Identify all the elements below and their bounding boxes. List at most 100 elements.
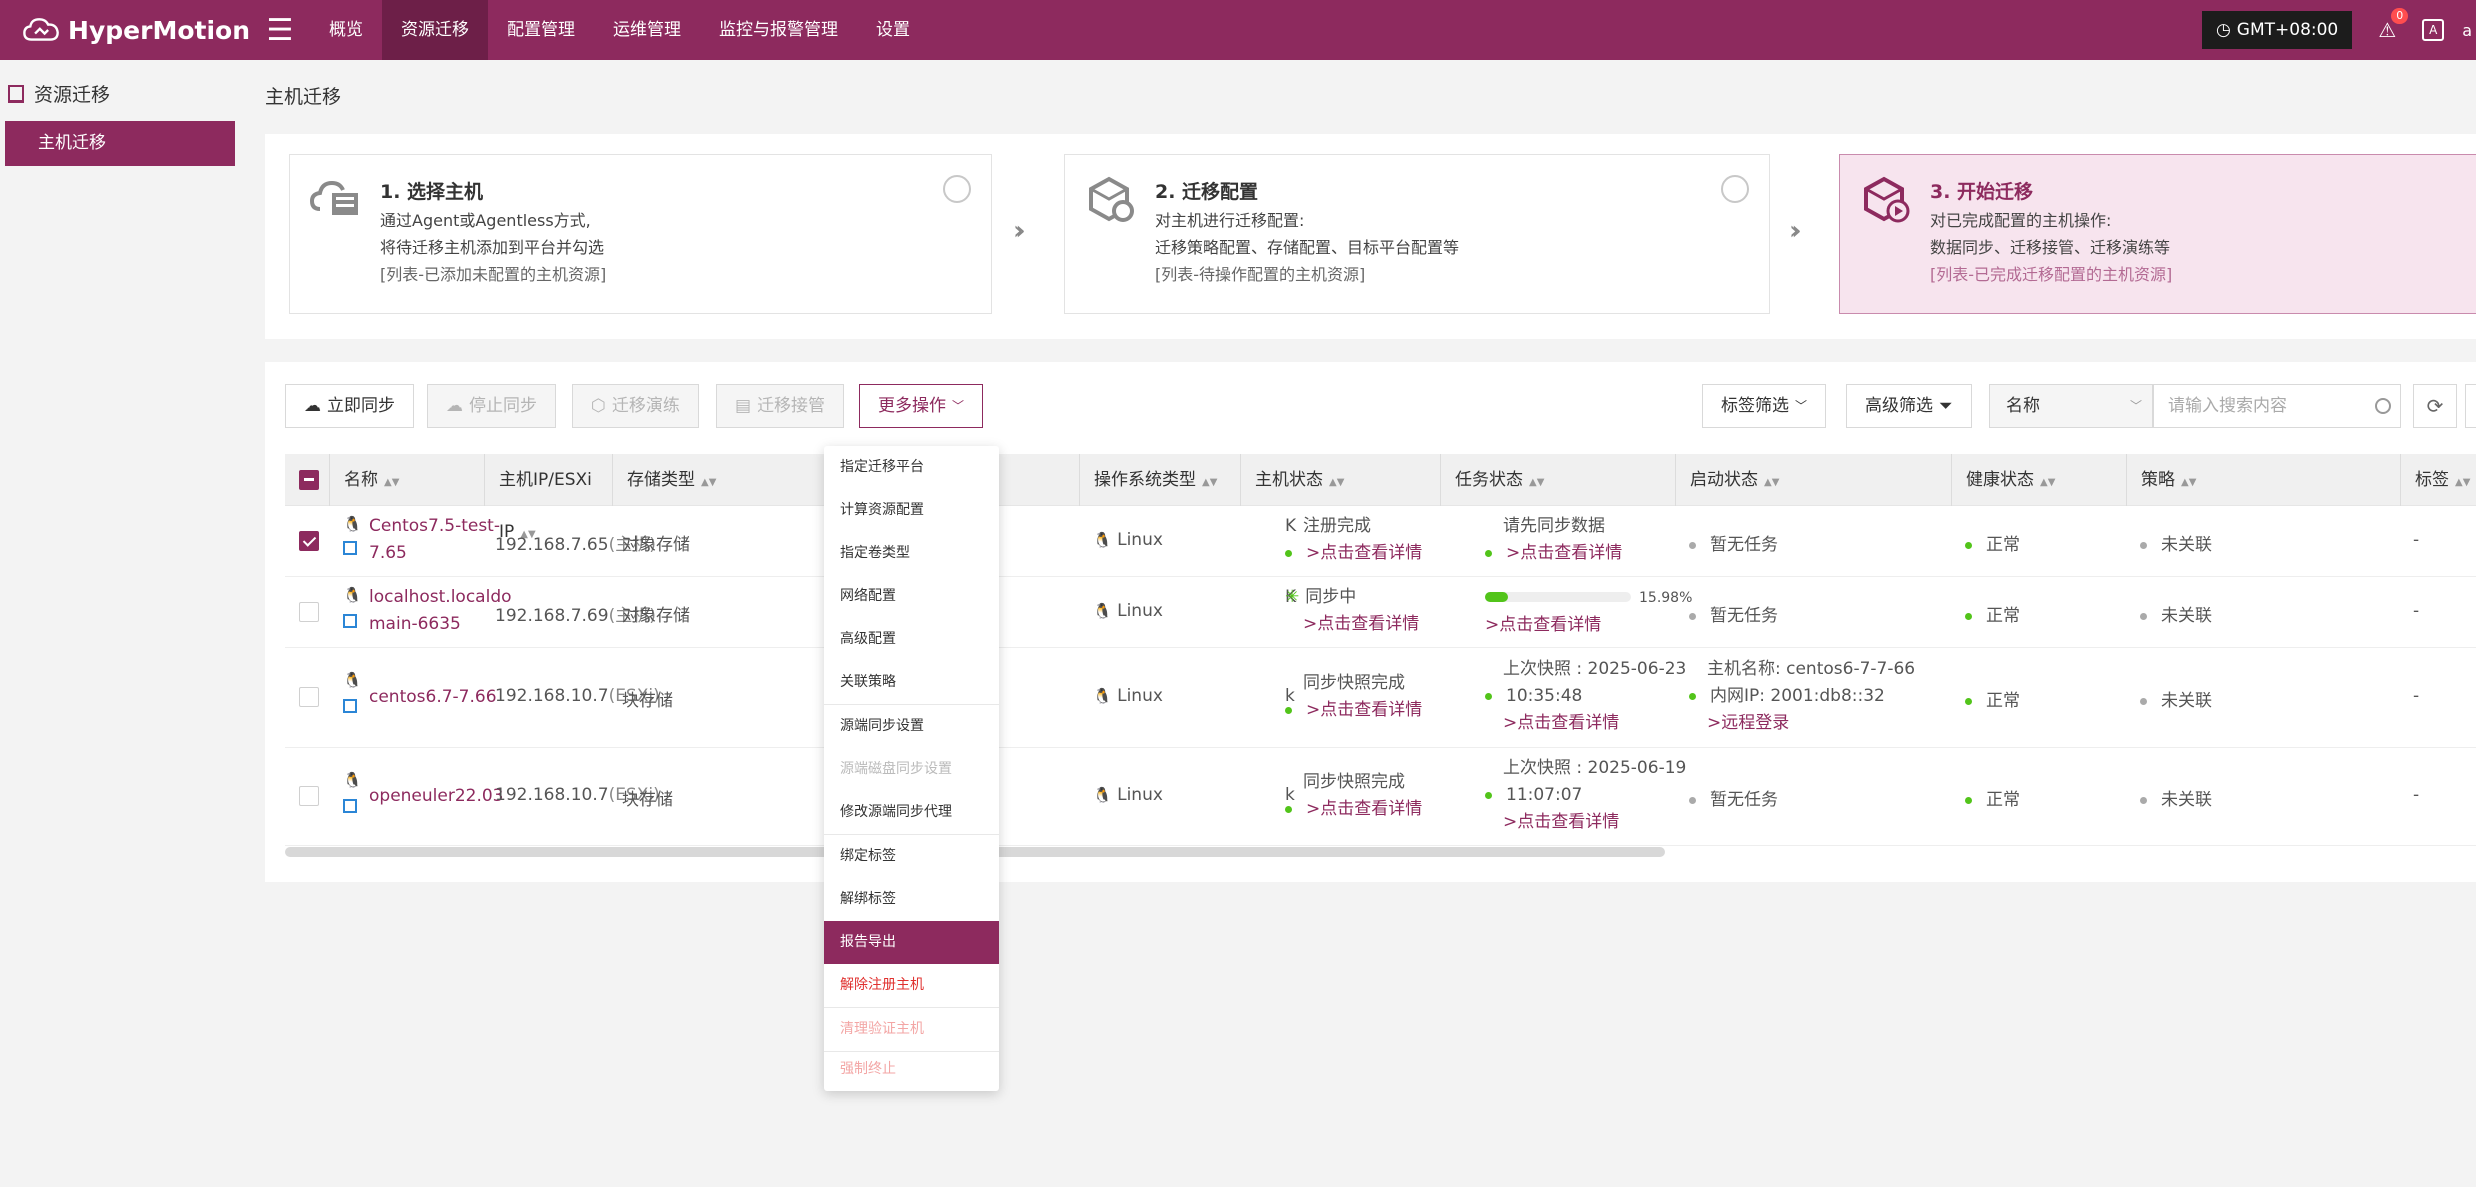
select-all-checkbox[interactable]	[299, 470, 319, 490]
host-detail-link[interactable]: >点击查看详情	[1303, 614, 1419, 634]
sort-icon[interactable]: ▲▼	[1202, 477, 1217, 488]
tag-filter-button[interactable]: 标签筛选 ﹀	[1702, 384, 1827, 428]
column-header-ip[interactable]: 主机IP/ESXi IP ▲▼	[484, 454, 612, 542]
sort-icon[interactable]: ▲▼	[2181, 477, 2196, 488]
menu-item-force-terminate[interactable]: 强制终止	[824, 1048, 999, 1091]
cloud-upload-icon: ☁	[304, 396, 321, 416]
task-detail-link[interactable]: >点击查看详情	[1506, 543, 1622, 563]
sidebar: 资源迁移 主机迁移	[0, 60, 250, 1187]
app-logo[interactable]: HyperMotion	[0, 6, 250, 54]
nav-ops-management[interactable]: 运维管理	[594, 0, 700, 60]
hamburger-icon[interactable]: ☰	[250, 13, 310, 48]
host-status-text: 同步中	[1305, 587, 1357, 607]
menu-item-source-disk-sync[interactable]: 源端磁盘同步设置	[824, 748, 999, 791]
menu-item-modify-sync-proxy[interactable]: 修改源端同步代理	[824, 791, 999, 834]
step-desc-hint: [列表-待操作配置的主机资源]	[1155, 265, 1366, 284]
search-icon[interactable]	[2375, 398, 2391, 414]
sort-icon[interactable]: ▲▼	[2455, 477, 2470, 488]
menu-item-volume-type[interactable]: 指定卷类型	[824, 532, 999, 575]
advanced-filter-label: 高级筛选	[1865, 396, 1933, 416]
sort-icon[interactable]: ▲▼	[1764, 477, 1779, 488]
menu-item-source-sync-settings[interactable]: 源端同步设置	[824, 705, 999, 748]
table-row[interactable]: 🐧 Centos7.5-test- 7.65 192.168.7.65(主机) …	[285, 506, 2476, 577]
host-name-link[interactable]: localhost.localdo main-6635	[369, 584, 512, 638]
step-start-migration[interactable]: 3. 开始迁移 对已完成配置的主机操作: 数据同步、迁移接管、迁移演练等 [列表…	[1839, 154, 2476, 314]
migration-takeover-button[interactable]: ▤ 迁移接管	[716, 384, 845, 428]
column-header-health[interactable]: 健康状态 ▲▼	[1951, 454, 2126, 506]
host-name-link[interactable]: centos6.7-7.66	[369, 684, 497, 711]
column-header-tags[interactable]: 标签 ▲▼	[2400, 454, 2476, 506]
row-checkbox[interactable]	[299, 602, 319, 622]
user-menu[interactable]: a	[2462, 21, 2472, 40]
step-radio[interactable]	[943, 175, 971, 203]
row-checkbox[interactable]	[299, 687, 319, 707]
language-icon[interactable]: A	[2422, 19, 2445, 41]
column-header-policy[interactable]: 策略 ▲▼	[2126, 454, 2400, 506]
more-operations-button[interactable]: 更多操作 ﹀	[859, 384, 984, 428]
nav-resource-migration[interactable]: 资源迁移	[382, 0, 488, 60]
tags: -	[2413, 686, 2420, 706]
task-detail-link[interactable]: >点击查看详情	[1503, 812, 1619, 832]
sort-icon[interactable]: ▲▼	[1329, 477, 1344, 488]
column-header-os[interactable]: 操作系统类型 ▲▼	[1079, 454, 1240, 506]
menu-item-cleanup-verify-host[interactable]: 清理验证主机	[824, 1008, 999, 1051]
host-name-line: centos6.7-7.66	[369, 687, 497, 707]
column-header-boot-status[interactable]: 启动状态 ▲▼	[1675, 454, 1951, 506]
menu-item-unregister-host[interactable]: 解除注册主机	[824, 964, 999, 1007]
physical-host-icon	[343, 613, 357, 633]
stop-sync-label: 停止同步	[469, 396, 537, 416]
menu-item-compute-config[interactable]: 计算资源配置	[824, 489, 999, 532]
task-detail-link[interactable]: >点击查看详情	[1485, 615, 1601, 635]
nav-settings[interactable]: 设置	[857, 0, 929, 60]
more-operations-label: 更多操作	[878, 396, 946, 416]
nav-monitoring-alerts[interactable]: 监控与报警管理	[700, 0, 857, 60]
row-checkbox[interactable]	[299, 786, 319, 806]
sort-icon[interactable]: ▲▼	[2040, 477, 2055, 488]
progress-percent: 15.98%	[1639, 590, 1693, 606]
migration-drill-button[interactable]: ⬡ 迁移演练	[572, 384, 699, 428]
refresh-button[interactable]: ⟳	[2413, 384, 2457, 428]
host-detail-link[interactable]: >点击查看详情	[1306, 543, 1422, 563]
tags: -	[2413, 601, 2420, 621]
menu-item-network-config[interactable]: 网络配置	[824, 575, 999, 618]
os-label: Linux	[1117, 686, 1163, 706]
menu-item-assign-platform[interactable]: 指定迁移平台	[824, 446, 999, 489]
step-radio[interactable]	[1721, 175, 1749, 203]
task-detail-link[interactable]: >点击查看详情	[1503, 713, 1619, 733]
column-settings-button[interactable]	[2465, 384, 2476, 428]
nav-overview[interactable]: 概览	[310, 0, 382, 60]
column-header-storage[interactable]: 存储类型 ▲▼	[612, 454, 780, 506]
host-name-link[interactable]: openeuler22.03	[369, 783, 504, 810]
table-row[interactable]: 🐧 openeuler22.03 192.168.10.7(ESXi) 块存储 …	[285, 748, 2476, 846]
stop-sync-button[interactable]: ☁ 停止同步	[427, 384, 556, 428]
column-header-task-status[interactable]: 任务状态 ▲▼	[1440, 454, 1675, 506]
host-detail-link[interactable]: >点击查看详情	[1306, 799, 1422, 819]
sidebar-section-header[interactable]: 资源迁移	[0, 60, 250, 107]
step-migration-config[interactable]: 2. 迁移配置 对主机进行迁移配置: 迁移策略配置、存储配置、目标平台配置等 […	[1064, 154, 1770, 314]
table-row[interactable]: 🐧 centos6.7-7.66 192.168.10.7(ESXi) 块存储 …	[285, 648, 2476, 748]
row-checkbox[interactable]	[299, 531, 319, 551]
alert-button[interactable]: ⚠ 0	[2378, 8, 2409, 42]
sort-icon[interactable]: ▲▼	[384, 477, 399, 488]
column-header-name[interactable]: 名称 ▲▼	[329, 454, 484, 506]
host-name-link[interactable]: Centos7.5-test- 7.65	[369, 513, 500, 567]
menu-item-bind-tag[interactable]: 绑定标签	[824, 835, 999, 878]
host-detail-link[interactable]: >点击查看详情	[1306, 700, 1422, 720]
remote-login-link[interactable]: >远程登录	[1707, 713, 1789, 733]
search-field-select[interactable]: 名称 ﹀	[1989, 384, 2153, 428]
sync-now-button[interactable]: ☁ 立即同步	[285, 384, 414, 428]
table-row[interactable]: 🐧 localhost.localdo main-6635 192.168.7.…	[285, 577, 2476, 648]
menu-item-export-report[interactable]: 报告导出	[824, 921, 999, 964]
sort-icon[interactable]: ▲▼	[701, 477, 716, 488]
nav-config-management[interactable]: 配置管理	[488, 0, 594, 60]
menu-item-unbind-tag[interactable]: 解绑标签	[824, 878, 999, 921]
sort-icon[interactable]: ▲▼	[1529, 477, 1544, 488]
advanced-filter-button[interactable]: 高级筛选 ⏷	[1846, 384, 1972, 428]
menu-item-link-policy[interactable]: 关联策略	[824, 661, 999, 704]
timezone-display[interactable]: ◷ GMT+08:00	[2201, 11, 2353, 49]
column-header-host-status[interactable]: 主机状态 ▲▼	[1240, 454, 1440, 506]
search-input[interactable]	[2153, 384, 2401, 428]
menu-item-advanced-config[interactable]: 高级配置	[824, 618, 999, 661]
step-select-host[interactable]: 1. 选择主机 通过Agent或Agentless方式, 将待迁移主机添加到平台…	[289, 154, 992, 314]
sidebar-item-host-migration[interactable]: 主机迁移	[5, 121, 235, 166]
